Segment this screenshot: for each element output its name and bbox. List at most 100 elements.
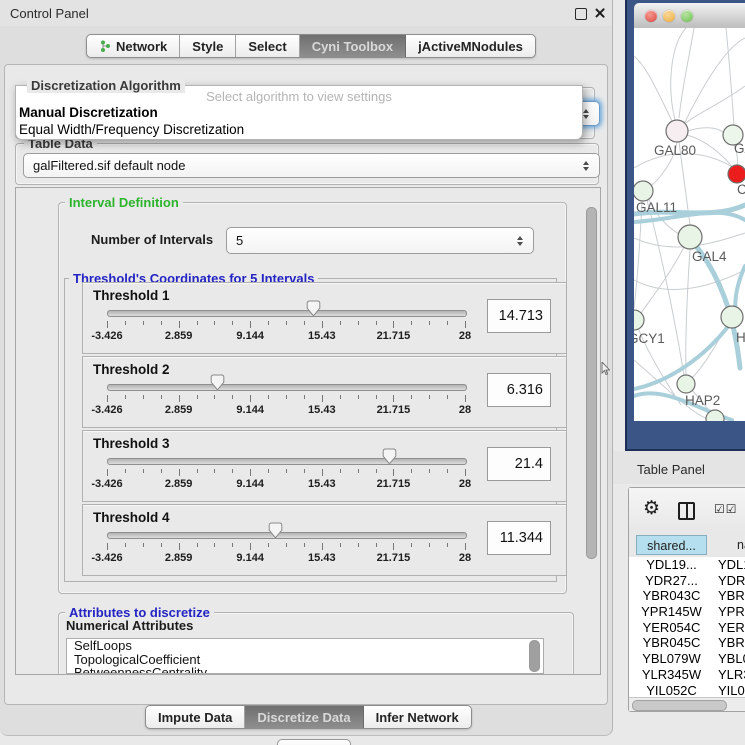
attributes-list-scrollbar[interactable] bbox=[529, 640, 540, 672]
tab-jactivemnodules[interactable]: jActiveMNodules bbox=[406, 35, 535, 57]
slider-tick-label: -3.426 bbox=[91, 478, 122, 490]
network-edge[interactable] bbox=[686, 249, 690, 375]
numerical-attributes-list[interactable]: SelfLoopsTopologicalCoefficientBetweenne… bbox=[66, 638, 544, 674]
table-row[interactable]: YDR27... YDR2 bbox=[629, 573, 745, 589]
number-of-intervals-spinner[interactable]: 5 bbox=[226, 227, 534, 254]
table-row[interactable]: YBR045C YBR0 bbox=[629, 635, 745, 651]
tab-style[interactable]: Style bbox=[180, 35, 236, 57]
interval-definition-label: Interval Definition bbox=[65, 195, 183, 210]
cell-name[interactable]: YDL1 bbox=[718, 557, 745, 572]
settings-gear-icon[interactable]: ⚙ bbox=[643, 499, 660, 518]
cell-name[interactable]: YDR2 bbox=[718, 573, 745, 588]
column-checkbox-icons[interactable]: ☑☑ bbox=[714, 502, 738, 516]
table-row[interactable]: YBL079W YBL0 bbox=[629, 651, 745, 667]
table-horizontal-scrollbar[interactable] bbox=[629, 697, 745, 711]
network-edge[interactable] bbox=[686, 86, 745, 123]
table-row[interactable]: YPR145W YPR1 bbox=[629, 604, 745, 620]
control-panel-titlebar[interactable]: Control Panel bbox=[0, 0, 612, 26]
attribute-list-item[interactable]: BetweennessCentrality bbox=[67, 666, 543, 674]
network-node-gal4[interactable] bbox=[678, 225, 702, 249]
network-canvas[interactable]: GAL80GACYGAL11GAL4GCY1HHAP2 bbox=[634, 28, 745, 421]
network-edge[interactable] bbox=[688, 128, 723, 132]
table-row[interactable]: YLR345W YLR3 bbox=[629, 667, 745, 683]
attribute-list-item[interactable]: TopologicalCoefficient bbox=[67, 653, 543, 667]
network-edge[interactable] bbox=[634, 201, 642, 308]
network-window-titlebar[interactable] bbox=[634, 3, 745, 29]
threshold-slider-track[interactable] bbox=[107, 458, 467, 465]
cell-shared-name[interactable]: YPR145W bbox=[636, 604, 707, 619]
zoom-traffic-light[interactable] bbox=[681, 10, 693, 22]
algorithm-option-manual[interactable]: Manual Discretization bbox=[19, 105, 158, 120]
cell-name[interactable]: YBR0 bbox=[718, 635, 745, 650]
minimize-traffic-light[interactable] bbox=[663, 10, 675, 22]
network-node-red-node[interactable] bbox=[728, 165, 745, 183]
hscroll-thumb[interactable] bbox=[632, 700, 727, 711]
network-node-gal11[interactable] bbox=[634, 181, 653, 201]
table-row[interactable]: YBR043C YBR0 bbox=[629, 588, 745, 604]
threshold-value-field[interactable]: 11.344 bbox=[487, 521, 551, 555]
cell-shared-name[interactable]: YBR045C bbox=[636, 635, 707, 650]
apply-button[interactable]: Apply bbox=[277, 739, 351, 745]
threshold-slider-thumb[interactable] bbox=[268, 522, 283, 539]
close-icon[interactable] bbox=[594, 7, 606, 19]
split-columns-icon[interactable] bbox=[678, 502, 695, 520]
cell-name[interactable]: YPR1 bbox=[718, 604, 745, 619]
algorithm-dropdown-popup: Select algorithm to view settings Manual… bbox=[15, 85, 583, 140]
slider-tick-label: 28 bbox=[459, 478, 471, 490]
network-edge[interactable] bbox=[634, 56, 672, 121]
slider-tick bbox=[250, 321, 251, 328]
threshold-slider-track[interactable] bbox=[107, 384, 467, 391]
slider-tick bbox=[107, 321, 108, 328]
threshold-value-field[interactable]: 6.316 bbox=[487, 373, 551, 407]
network-node-gal80[interactable] bbox=[666, 120, 688, 142]
threshold-value-field[interactable]: 21.4 bbox=[487, 447, 551, 481]
network-edge[interactable] bbox=[679, 28, 694, 118]
cell-shared-name[interactable]: YBR043C bbox=[636, 588, 707, 603]
tab-discretize-data[interactable]: Discretize Data bbox=[245, 706, 363, 728]
threshold-slider-thumb[interactable] bbox=[306, 300, 321, 317]
cell-shared-name[interactable]: YDR27... bbox=[636, 573, 707, 588]
table-data-combo[interactable]: galFiltered.sif default node bbox=[23, 153, 600, 178]
cell-shared-name[interactable]: YBL079W bbox=[636, 651, 707, 666]
cell-shared-name[interactable]: YDL19... bbox=[636, 557, 707, 572]
table-row[interactable]: YER054C YER0 bbox=[629, 620, 745, 636]
column-header-name[interactable]: na bbox=[709, 535, 745, 555]
cell-name[interactable]: YER0 bbox=[718, 620, 745, 635]
attribute-list-item[interactable]: SelfLoops bbox=[67, 639, 543, 653]
cell-name[interactable]: YLR3 bbox=[718, 667, 745, 682]
cell-name[interactable]: YIL0 bbox=[718, 683, 745, 698]
cell-shared-name[interactable]: YLR345W bbox=[636, 667, 707, 682]
cell-shared-name[interactable]: YER054C bbox=[636, 620, 707, 635]
network-edge[interactable] bbox=[634, 270, 745, 289]
table-row[interactable]: YDL19... YDL1 bbox=[629, 557, 745, 573]
cell-name[interactable]: YBL0 bbox=[718, 651, 745, 666]
threshold-slider-thumb[interactable] bbox=[210, 374, 225, 391]
network-edge[interactable] bbox=[726, 28, 734, 125]
tab-impute-data[interactable]: Impute Data bbox=[146, 706, 245, 728]
cell-shared-name[interactable]: YIL052C bbox=[636, 683, 707, 698]
threshold-value-field[interactable]: 14.713 bbox=[487, 299, 551, 333]
threshold-slider-track[interactable] bbox=[107, 310, 467, 317]
column-header-shared-name[interactable]: shared... bbox=[636, 535, 707, 555]
table-panel: ⚙ ☑☑ shared... na YDL19...YDL1YDR27...YD… bbox=[628, 487, 745, 712]
network-edge[interactable] bbox=[671, 28, 686, 120]
tab-network[interactable]: Network bbox=[87, 35, 180, 57]
threshold-slider-track[interactable] bbox=[107, 532, 467, 539]
panel-vertical-scrollbar[interactable] bbox=[586, 207, 597, 559]
cell-name[interactable]: YBR0 bbox=[718, 588, 745, 603]
tab-cyni-toolbox[interactable]: Cyni Toolbox bbox=[300, 35, 406, 57]
network-node-h-node[interactable] bbox=[721, 306, 743, 328]
tab-select[interactable]: Select bbox=[236, 35, 299, 57]
algorithm-option-equal-width[interactable]: Equal Width/Frequency Discretization bbox=[19, 122, 244, 137]
float-window-icon[interactable] bbox=[575, 8, 587, 20]
slider-tick bbox=[447, 469, 448, 473]
network-edge[interactable] bbox=[647, 200, 684, 376]
network-node-gcy1[interactable] bbox=[634, 310, 644, 330]
network-edge[interactable] bbox=[684, 38, 745, 124]
close-traffic-light[interactable] bbox=[645, 10, 657, 22]
network-edge[interactable] bbox=[641, 247, 684, 313]
table-row[interactable]: YIL052C YIL0 bbox=[629, 683, 745, 699]
threshold-slider-thumb[interactable] bbox=[382, 448, 397, 465]
network-node-hap2[interactable] bbox=[677, 375, 695, 393]
tab-infer-network[interactable]: Infer Network bbox=[364, 706, 471, 728]
